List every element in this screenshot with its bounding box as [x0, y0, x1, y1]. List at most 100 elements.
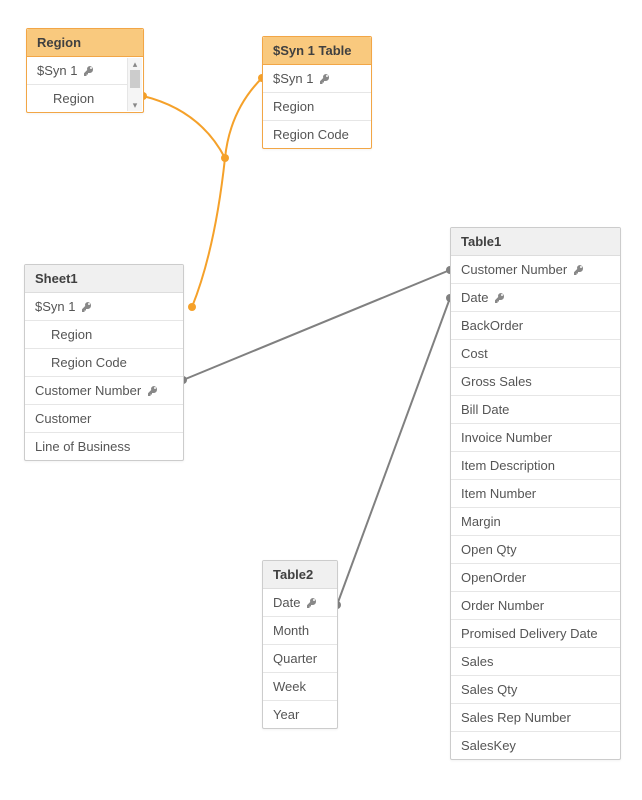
field-row[interactable]: BackOrder — [451, 312, 620, 340]
scroll-down-icon[interactable]: ▾ — [128, 99, 142, 111]
title: Table2 — [273, 567, 313, 582]
table-region[interactable]: Region $Syn 1 Region ▴ ▾ — [26, 28, 144, 113]
field-row[interactable]: Customer Number — [25, 377, 183, 405]
field-row[interactable]: Item Description — [451, 452, 620, 480]
field-label: Week — [273, 679, 306, 694]
field-row[interactable]: Customer — [25, 405, 183, 433]
key-icon — [306, 597, 318, 609]
field-row[interactable]: Region Code — [263, 121, 371, 148]
field-label: Margin — [461, 514, 501, 529]
field-label: Order Number — [461, 598, 544, 613]
field-label: Region — [53, 91, 94, 106]
field-label: Cost — [461, 346, 488, 361]
field-row[interactable]: Bill Date — [451, 396, 620, 424]
field-row[interactable]: Cost — [451, 340, 620, 368]
field-label: Item Number — [461, 486, 536, 501]
field-row[interactable]: Region Code — [25, 349, 183, 377]
field-row[interactable]: Customer Number — [451, 256, 620, 284]
field-label: Date — [461, 290, 488, 305]
title: Table1 — [461, 234, 501, 249]
table-header[interactable]: Table2 — [263, 561, 337, 589]
title: Region — [37, 35, 81, 50]
field-row[interactable]: Promised Delivery Date — [451, 620, 620, 648]
field-row[interactable]: SalesKey — [451, 732, 620, 759]
table-header[interactable]: $Syn 1 Table — [263, 37, 371, 65]
field-label: Month — [273, 623, 309, 638]
field-label: Sales Qty — [461, 682, 517, 697]
field-label: BackOrder — [461, 318, 523, 333]
field-label: Invoice Number — [461, 430, 552, 445]
field-label: Customer Number — [461, 262, 567, 277]
table-header[interactable]: Sheet1 — [25, 265, 183, 293]
field-row[interactable]: $Syn 1 — [27, 57, 128, 85]
field-row[interactable]: Line of Business — [25, 433, 183, 460]
scroll-thumb[interactable] — [130, 70, 140, 88]
key-icon — [81, 301, 93, 313]
field-row[interactable]: Invoice Number — [451, 424, 620, 452]
field-row[interactable]: Region — [263, 93, 371, 121]
field-label: Line of Business — [35, 439, 130, 454]
field-label: Quarter — [273, 651, 317, 666]
scroll-up-icon[interactable]: ▴ — [128, 58, 142, 70]
field-row[interactable]: Region — [25, 321, 183, 349]
field-label: OpenOrder — [461, 570, 526, 585]
field-label: Promised Delivery Date — [461, 626, 598, 641]
scroll-track[interactable] — [128, 88, 142, 99]
field-label: Bill Date — [461, 402, 509, 417]
field-label: $Syn 1 — [35, 299, 75, 314]
table-header[interactable]: Region — [27, 29, 143, 57]
field-list: $Syn 1 Region Region Code — [263, 65, 371, 148]
field-label: Sales Rep Number — [461, 710, 571, 725]
table-sheet1[interactable]: Sheet1 $Syn 1 Region Region Code Customer N… — [24, 264, 184, 461]
field-row[interactable]: Sales Qty — [451, 676, 620, 704]
field-list: $Syn 1 Region Region Code Customer Number Cu… — [25, 293, 183, 460]
field-row[interactable]: Sales Rep Number — [451, 704, 620, 732]
field-label: Gross Sales — [461, 374, 532, 389]
table-table1[interactable]: Table1 Customer Number Date BackOrder Cost G… — [450, 227, 621, 760]
scrollbar[interactable]: ▴ ▾ — [127, 58, 142, 111]
field-row[interactable]: Region — [27, 85, 128, 112]
field-row[interactable]: Date — [451, 284, 620, 312]
field-label: Region — [273, 99, 314, 114]
field-label: Region — [51, 327, 92, 342]
field-list: Date Month Quarter Week Year — [263, 589, 337, 728]
field-label: $Syn 1 — [273, 71, 313, 86]
key-icon — [319, 73, 331, 85]
key-icon — [494, 292, 506, 304]
title: $Syn 1 Table — [273, 43, 352, 58]
field-row[interactable]: Gross Sales — [451, 368, 620, 396]
field-row[interactable]: Item Number — [451, 480, 620, 508]
field-row[interactable]: Quarter — [263, 645, 337, 673]
table-table2[interactable]: Table2 Date Month Quarter Week Year — [262, 560, 338, 729]
field-row[interactable]: Year — [263, 701, 337, 728]
field-label: Customer Number — [35, 383, 141, 398]
title: Sheet1 — [35, 271, 78, 286]
table-syn1[interactable]: $Syn 1 Table $Syn 1 Region Region Code — [262, 36, 372, 149]
field-label: Customer — [35, 411, 91, 426]
field-row[interactable]: OpenOrder — [451, 564, 620, 592]
field-list: Customer Number Date BackOrder Cost Gross Sa… — [451, 256, 620, 759]
key-icon — [83, 65, 95, 77]
field-row[interactable]: Month — [263, 617, 337, 645]
field-label: Sales — [461, 654, 494, 669]
field-row[interactable]: Week — [263, 673, 337, 701]
table-header[interactable]: Table1 — [451, 228, 620, 256]
field-label: SalesKey — [461, 738, 516, 753]
field-label: Item Description — [461, 458, 555, 473]
field-label: Open Qty — [461, 542, 517, 557]
field-row[interactable]: Sales — [451, 648, 620, 676]
field-row[interactable]: Open Qty — [451, 536, 620, 564]
key-icon — [147, 385, 159, 397]
field-row[interactable]: Order Number — [451, 592, 620, 620]
field-label: Region Code — [273, 127, 349, 142]
field-label: Region Code — [51, 355, 127, 370]
field-row[interactable]: $Syn 1 — [263, 65, 371, 93]
field-list: $Syn 1 Region — [27, 57, 143, 112]
field-label: $Syn 1 — [37, 63, 77, 78]
key-icon — [573, 264, 585, 276]
field-row[interactable]: Date — [263, 589, 337, 617]
field-label: Date — [273, 595, 300, 610]
field-label: Year — [273, 707, 299, 722]
field-row[interactable]: Margin — [451, 508, 620, 536]
field-row[interactable]: $Syn 1 — [25, 293, 183, 321]
